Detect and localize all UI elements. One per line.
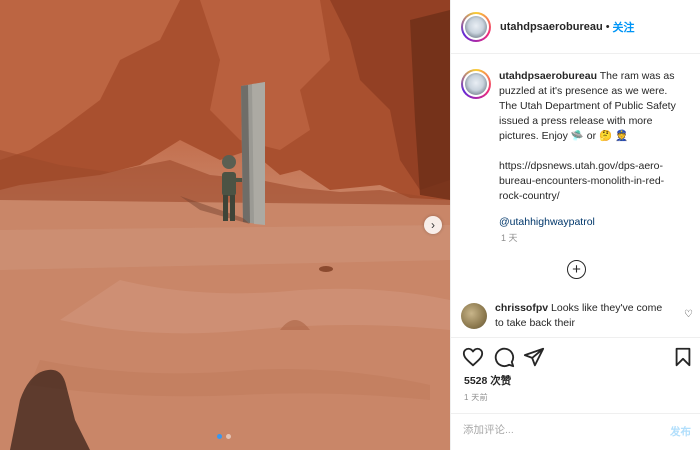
comment-text: chrissofpv Looks like they've come to ta… <box>495 301 671 331</box>
comment-username[interactable]: chrissofpv <box>495 302 548 314</box>
like-count[interactable]: 5528 次赞 <box>464 373 511 388</box>
comments-area[interactable]: utahdpsaerobureau The ram was as puzzled… <box>451 55 700 337</box>
comment-like-icon[interactable]: ♡ <box>684 309 693 320</box>
caption-avatar[interactable] <box>461 69 491 99</box>
heart-icon[interactable] <box>462 346 484 368</box>
carousel-indicator <box>217 434 231 439</box>
comment-icon[interactable] <box>493 346 515 368</box>
paper-plane-icon[interactable] <box>523 346 545 368</box>
caption-mention[interactable]: @utahhighwaypatrol <box>499 215 685 230</box>
comment-input[interactable] <box>463 424 643 436</box>
caption-time: 1 天 <box>501 233 518 243</box>
list-item: chrissofpv Looks like they've come to ta… <box>461 301 693 331</box>
carousel-dot-active <box>217 434 222 439</box>
caption-link[interactable]: https://dpsnews.utah.gov/dps-aero-bureau… <box>499 159 685 204</box>
avatar[interactable] <box>461 11 491 42</box>
post-comment-button[interactable]: 发布 <box>670 424 691 439</box>
plus-circle-icon: + <box>572 261 581 278</box>
post-header: utahdpsaerobureau • 关注 <box>451 0 700 54</box>
caption: utahdpsaerobureau The ram was as puzzled… <box>461 69 693 230</box>
caption-username[interactable]: utahdpsaerobureau <box>499 70 597 82</box>
header-separator: • <box>605 20 610 33</box>
desert-monolith-photo <box>0 0 450 450</box>
next-image-button[interactable]: › <box>424 216 442 234</box>
bookmark-icon[interactable] <box>672 346 694 368</box>
follow-button[interactable]: 关注 <box>613 19 635 35</box>
post-sidebar: utahdpsaerobureau • 关注 utahdpsaerobureau… <box>450 0 700 450</box>
post-time: 1 天前 <box>464 393 488 402</box>
header-username[interactable]: utahdpsaerobureau <box>500 21 603 33</box>
chevron-right-icon: › <box>431 218 435 232</box>
post-actions <box>451 337 700 377</box>
comment-bar: 发布 <box>451 413 700 450</box>
post-media[interactable]: › <box>0 0 450 450</box>
caption-text: utahdpsaerobureau The ram was as puzzled… <box>499 69 685 230</box>
comment-avatar[interactable] <box>461 303 487 329</box>
carousel-dot <box>226 434 231 439</box>
load-more-comments-button[interactable]: + <box>567 260 586 279</box>
